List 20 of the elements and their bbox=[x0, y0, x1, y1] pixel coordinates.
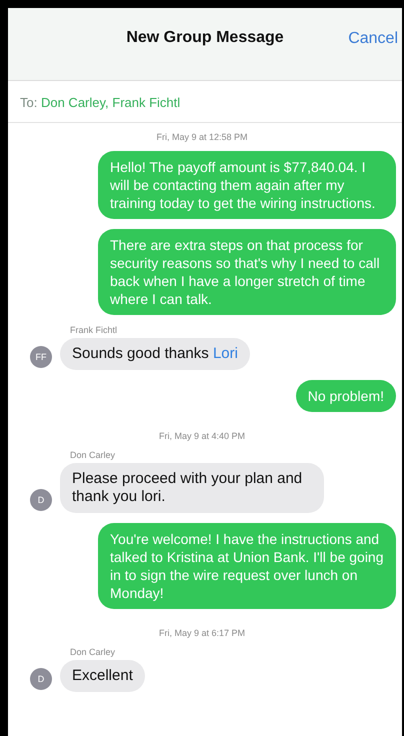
sent-message: You're welcome! I have the instructions and talked to Kristina at Union Bank. I'll be going in to sign the wire request over lunch on Monday! bbox=[98, 523, 396, 609]
sent-message: There are extra steps on that process for security reasons so that's why I need to call back when I have a longer stretch of time where I can talk. bbox=[98, 229, 396, 315]
avatar: D bbox=[30, 668, 52, 690]
recipients-field[interactable]: To: Don Carley, Frank Fichtl bbox=[8, 81, 402, 123]
sent-message: Hello! The payoff amount is $77,840.04. I will be contacting them again after my training today to get the wiring instructions. bbox=[98, 151, 396, 219]
sent-message: No problem! bbox=[296, 380, 396, 412]
sender-name: Don Carley bbox=[70, 450, 116, 460]
received-message: Sounds good thanks Lori bbox=[60, 338, 250, 370]
timestamp: Fri, May 9 at 4:40 PM bbox=[158, 431, 246, 441]
avatar: FF bbox=[30, 346, 52, 368]
sender-name: Don Carley bbox=[70, 647, 116, 657]
timestamp: Fri, May 9 at 6:17 PM bbox=[158, 628, 246, 638]
received-message: Please proceed with your plan and thank you lori. bbox=[60, 463, 324, 513]
cancel-button[interactable]: Cancel bbox=[348, 30, 398, 48]
header-title: New Group Message bbox=[126, 29, 284, 47]
sender-name: Frank Fichtl bbox=[70, 325, 118, 335]
timestamp: Fri, May 9 at 12:58 PM bbox=[156, 132, 248, 142]
avatar: D bbox=[30, 489, 52, 511]
received-message: Excellent bbox=[60, 660, 145, 692]
name-link[interactable]: Lori bbox=[212, 345, 238, 362]
